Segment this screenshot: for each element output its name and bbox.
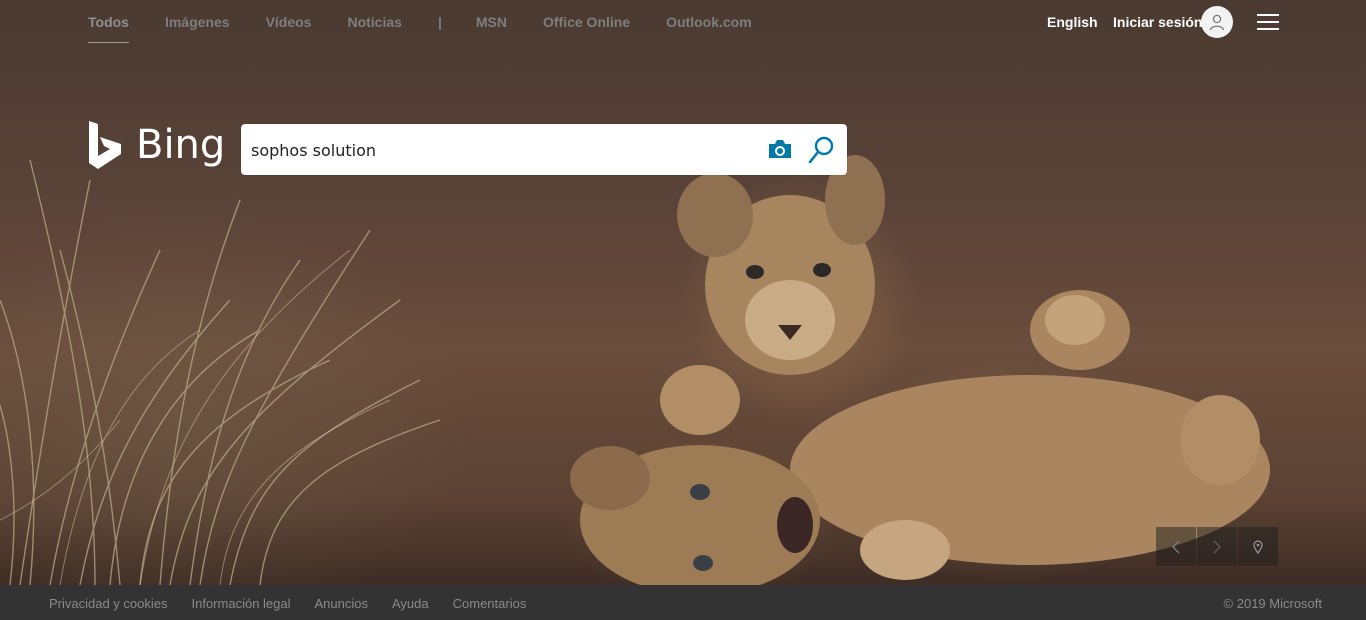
- background-image: [0, 0, 1366, 585]
- hamburger-icon[interactable]: [1257, 14, 1279, 30]
- camera-icon[interactable]: [767, 138, 793, 160]
- chevron-left-icon[interactable]: [1156, 527, 1196, 566]
- user-icon: [1209, 14, 1225, 31]
- vertical-tabs: Todos Imágenes Vídeos Noticias | MSN Off…: [88, 14, 788, 43]
- search-box: [241, 124, 847, 175]
- image-carousel-controls: [1156, 527, 1279, 566]
- tab-todos[interactable]: Todos: [88, 14, 129, 43]
- copyright: © 2019 Microsoft: [1223, 596, 1322, 611]
- avatar[interactable]: [1201, 6, 1233, 38]
- footer-links: Privacidad y cookies Información legal A…: [49, 596, 550, 611]
- location-pin-icon[interactable]: [1238, 527, 1278, 566]
- link-office-online[interactable]: Office Online: [543, 14, 630, 30]
- footer-link-feedback[interactable]: Comentarios: [453, 596, 527, 611]
- logo-text: Bing: [136, 122, 226, 168]
- signin-link[interactable]: Iniciar sesión: [1113, 14, 1202, 30]
- bing-logo[interactable]: Bing: [88, 120, 225, 170]
- footer: Privacidad y cookies Información legal A…: [0, 585, 1366, 620]
- link-msn[interactable]: MSN: [476, 14, 507, 30]
- chevron-right-icon[interactable]: [1197, 527, 1237, 566]
- language-link[interactable]: English: [1047, 14, 1098, 30]
- tab-noticias[interactable]: Noticias: [347, 14, 401, 30]
- lion-cubs-illustration: [570, 155, 1270, 585]
- footer-link-legal[interactable]: Información legal: [192, 596, 291, 611]
- bing-b-icon: [89, 121, 121, 169]
- magnifier-icon[interactable]: [808, 136, 834, 164]
- footer-link-privacy[interactable]: Privacidad y cookies: [49, 596, 168, 611]
- footer-link-ads[interactable]: Anuncios: [315, 596, 368, 611]
- search-input[interactable]: [251, 137, 751, 163]
- footer-link-help[interactable]: Ayuda: [392, 596, 429, 611]
- tab-videos[interactable]: Vídeos: [266, 14, 312, 30]
- tab-imagenes[interactable]: Imágenes: [165, 14, 230, 30]
- link-outlook[interactable]: Outlook.com: [666, 14, 752, 30]
- top-navigation: Todos Imágenes Vídeos Noticias | MSN Off…: [0, 0, 1366, 44]
- nav-separator: |: [437, 14, 442, 30]
